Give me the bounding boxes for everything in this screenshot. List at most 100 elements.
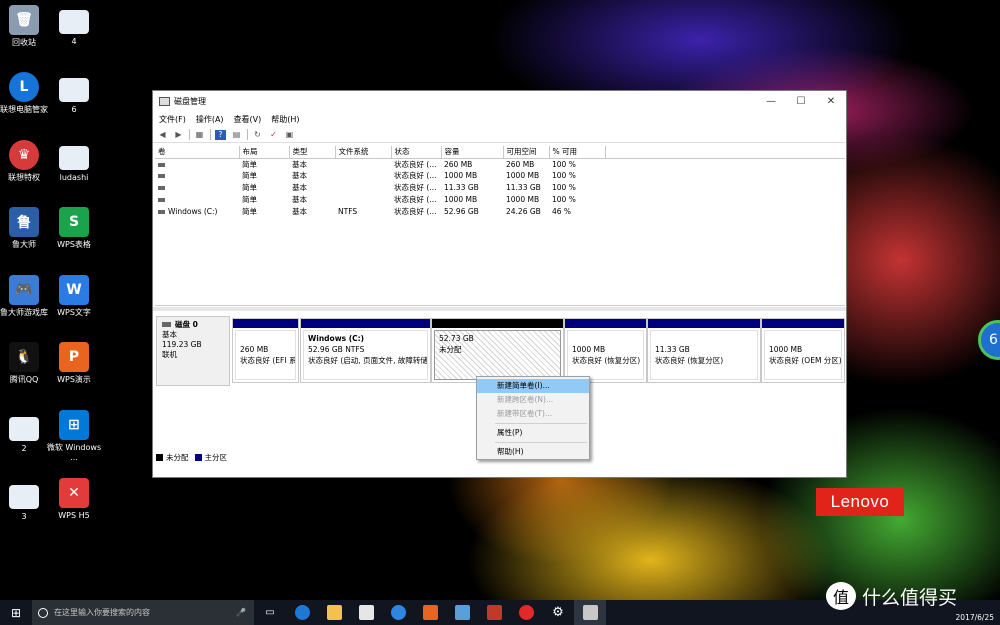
search-icon bbox=[38, 607, 48, 618]
type-cell: 基本 bbox=[292, 194, 307, 204]
col-type[interactable]: 类型 bbox=[289, 146, 336, 159]
col-filler bbox=[605, 146, 845, 159]
wps-writer-icon: W bbox=[59, 275, 89, 305]
layout-cell: 简单 bbox=[242, 206, 257, 216]
image-viewer-icon bbox=[454, 605, 470, 620]
desktop-icon-windows-upgrade[interactable]: ⊞ 微软 Windows ... bbox=[44, 410, 104, 463]
taskbar-app-blue[interactable] bbox=[446, 600, 478, 625]
partition-legend: 未分配 主分区 bbox=[156, 452, 233, 463]
forward-arrow-icon[interactable]: ▶ bbox=[173, 130, 184, 140]
taskbar-explorer[interactable] bbox=[318, 600, 350, 625]
disk-0-label[interactable]: 磁盘 0 基本 119.23 GB 联机 bbox=[156, 316, 230, 386]
windows-logo-icon: ⊞ bbox=[59, 410, 89, 440]
rescan-icon[interactable]: ↻ bbox=[252, 130, 263, 140]
partition-recovery-2[interactable]: 11.33 GB 状态良好 (恢复分区) bbox=[647, 318, 761, 383]
volume-cell bbox=[155, 182, 239, 194]
menu-item-new-striped-volume[interactable]: 新建带区卷(T)... bbox=[477, 407, 589, 421]
col-free-space[interactable]: 可用空间 bbox=[503, 146, 550, 159]
volume-icon bbox=[158, 174, 165, 179]
taskbar-disk-management[interactable] bbox=[574, 600, 606, 625]
volume-icon bbox=[158, 197, 165, 202]
ludashi-icon: 鲁 bbox=[9, 207, 39, 237]
desktop-icon-ludashi-folder[interactable]: ludashi bbox=[44, 146, 104, 183]
percent-free-cell: 100 % bbox=[552, 182, 576, 192]
checklist-icon[interactable]: ✓ bbox=[268, 130, 279, 140]
menu-action[interactable]: 操作(A) bbox=[196, 114, 224, 125]
back-arrow-icon[interactable]: ◀ bbox=[157, 130, 168, 140]
list-view-icon[interactable]: ▤ bbox=[231, 130, 242, 140]
menu-view[interactable]: 查看(V) bbox=[234, 114, 262, 125]
window-title: 磁盘管理 bbox=[174, 96, 206, 106]
taskbar-app-red[interactable] bbox=[510, 600, 542, 625]
col-status[interactable]: 状态 bbox=[391, 146, 442, 159]
disk-size: 119.23 GB bbox=[162, 340, 202, 349]
menu-item-help[interactable]: 帮助(H) bbox=[477, 445, 589, 459]
table-row[interactable]: Windows (C:) 简单 基本 NTFS 状态良好 (... 52.96 … bbox=[155, 205, 845, 217]
percent-free-cell: 100 % bbox=[552, 159, 576, 169]
partition-windows-c[interactable]: Windows (C:) 52.96 GB NTFS 状态良好 (启动, 页面文… bbox=[300, 318, 431, 383]
partition-body: 11.33 GB 状态良好 (恢复分区) bbox=[650, 330, 758, 380]
properties-icon[interactable]: ▦ bbox=[194, 130, 205, 140]
partition-body: 1000 MB 状态良好 (恢复分区) bbox=[567, 330, 644, 380]
taskbar-search[interactable]: 在这里输入你要搜索的内容 🎤 bbox=[32, 600, 254, 625]
disk-icon bbox=[162, 322, 171, 327]
clock[interactable]: 2017/6/25 bbox=[956, 603, 994, 623]
desktop-icon-wps-h5[interactable]: ✕ WPS H5 bbox=[44, 478, 104, 521]
desktop-icon-wps-writer[interactable]: W WPS文字 bbox=[44, 275, 104, 318]
col-capacity[interactable]: 容量 bbox=[441, 146, 504, 159]
capacity-cell: 260 MB bbox=[444, 159, 473, 169]
taskbar-settings[interactable]: ⚙ bbox=[542, 600, 574, 625]
filesystem-cell bbox=[335, 158, 391, 170]
partition-recovery-1[interactable]: 1000 MB 状态良好 (恢复分区) bbox=[564, 318, 647, 383]
gamepad-icon: 🎮 bbox=[9, 275, 39, 305]
table-row[interactable]: 简单 基本 状态良好 (... 1000 MB 1000 MB 100 % bbox=[155, 193, 845, 205]
taskbar-store[interactable] bbox=[350, 600, 382, 625]
taskbar-edge[interactable] bbox=[286, 600, 318, 625]
menu-item-properties[interactable]: 属性(P) bbox=[477, 426, 589, 440]
menu-separator bbox=[495, 442, 587, 443]
menu-help[interactable]: 帮助(H) bbox=[271, 114, 299, 125]
partition-body: Windows (C:) 52.96 GB NTFS 状态良好 (启动, 页面文… bbox=[303, 330, 428, 380]
partition-unallocated[interactable]: 52.73 GB 未分配 bbox=[431, 318, 564, 383]
maximize-button[interactable]: ☐ bbox=[786, 96, 816, 107]
disk-state: 联机 bbox=[162, 350, 177, 359]
col-filesystem[interactable]: 文件系统 bbox=[335, 146, 392, 159]
partition-body: 260 MB 状态良好 (EFI 系 bbox=[235, 330, 296, 380]
col-layout[interactable]: 布局 bbox=[239, 146, 290, 159]
desktop-icon-file-4[interactable]: 4 bbox=[44, 10, 104, 47]
minimize-button[interactable]: — bbox=[756, 96, 786, 107]
partition-efi[interactable]: 260 MB 状态良好 (EFI 系 bbox=[232, 318, 299, 383]
legend-swatch bbox=[156, 454, 163, 461]
taskbar-lenovo-manager[interactable] bbox=[382, 600, 414, 625]
desktop-icon-file-6[interactable]: 6 bbox=[44, 78, 104, 115]
free-space-cell: 1000 MB bbox=[506, 194, 540, 204]
qq-penguin-icon: 🐧 bbox=[9, 342, 39, 372]
primary-partition-bar bbox=[762, 319, 844, 328]
table-row[interactable]: 简单 基本 状态良好 (... 260 MB 260 MB 100 % bbox=[155, 158, 845, 170]
desktop-icon-wps-sheet[interactable]: S WPS表格 bbox=[44, 207, 104, 250]
menu-item-new-simple-volume[interactable]: 新建简单卷(I)... bbox=[477, 379, 589, 393]
col-volume[interactable]: 卷 bbox=[155, 146, 240, 159]
layout-cell: 简单 bbox=[242, 182, 257, 192]
menu-item-new-spanned-volume[interactable]: 新建跨区卷(N)... bbox=[477, 393, 589, 407]
pane-splitter[interactable] bbox=[153, 307, 846, 311]
taskbar-app-colorful[interactable] bbox=[478, 600, 510, 625]
menu-file[interactable]: 文件(F) bbox=[159, 114, 186, 125]
menu-bar: 文件(F) 操作(A) 查看(V) 帮助(H) bbox=[153, 111, 846, 127]
volume-icon bbox=[158, 185, 165, 190]
partition-oem[interactable]: 1000 MB 状态良好 (OEM 分区) bbox=[761, 318, 845, 383]
taskbar-wps[interactable] bbox=[414, 600, 446, 625]
table-row[interactable]: 简单 基本 状态良好 (... 11.33 GB 11.33 GB 100 % bbox=[155, 182, 845, 194]
legend-primary: 主分区 bbox=[194, 452, 227, 463]
task-view-button[interactable]: ▭ bbox=[254, 600, 286, 625]
refresh-icon[interactable]: ▣ bbox=[284, 130, 295, 140]
microphone-icon[interactable]: 🎤 bbox=[236, 608, 246, 617]
table-row[interactable]: 简单 基本 状态良好 (... 1000 MB 1000 MB 100 % bbox=[155, 170, 845, 182]
close-button[interactable]: ✕ bbox=[816, 96, 846, 107]
desktop-icon-wps-presentation[interactable]: P WPS演示 bbox=[44, 342, 104, 385]
col-percent-free[interactable]: % 可用 bbox=[549, 146, 606, 159]
start-button[interactable]: ⊞ bbox=[0, 600, 32, 625]
watermark: 值 什么值得买 bbox=[826, 582, 957, 610]
windows-logo-icon: ⊞ bbox=[10, 605, 22, 620]
help-icon[interactable]: ? bbox=[215, 129, 226, 140]
